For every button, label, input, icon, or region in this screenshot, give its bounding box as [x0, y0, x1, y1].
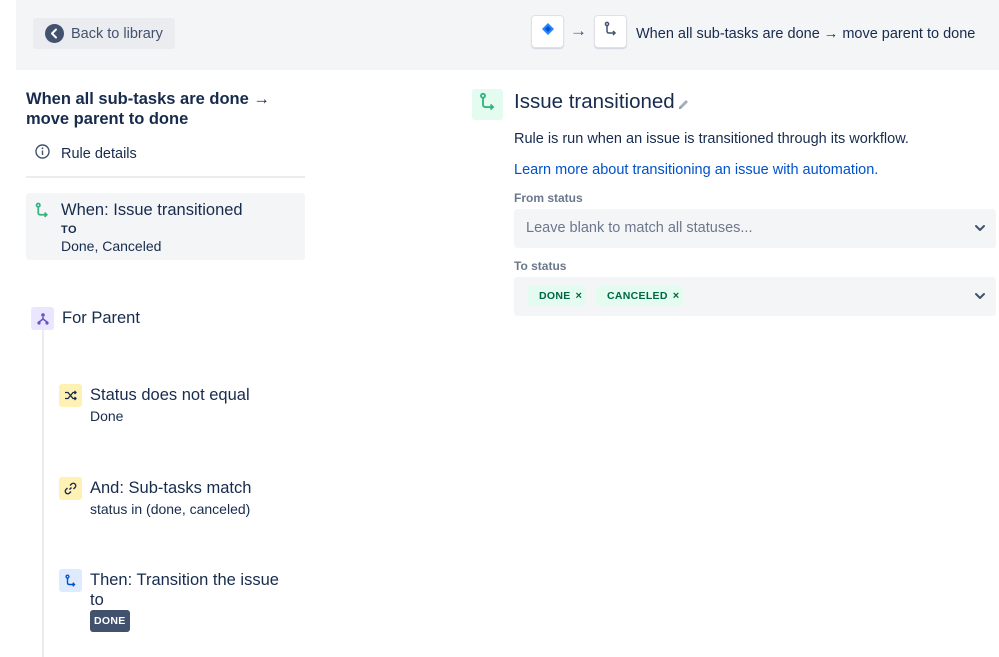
action-step-transition[interactable]: Then: Transition the issue to DONE	[59, 569, 279, 632]
trigger-to-label: TO	[61, 224, 78, 236]
back-to-library-label: Back to library	[71, 25, 163, 42]
component-title: Issue transitioned	[514, 90, 675, 113]
rule-title: When all sub-tasks are done → move paren…	[26, 90, 270, 128]
transition-icon	[59, 569, 82, 592]
arrow-left-icon	[45, 24, 64, 43]
to-status-label: To status	[514, 259, 567, 273]
transition-icon	[603, 21, 619, 42]
step-title: Status does not equal	[90, 386, 250, 404]
learn-more-link[interactable]: Learn more about transitioning an issue …	[514, 162, 878, 178]
from-status-select[interactable]: Leave blank to match all statuses...	[514, 209, 996, 248]
chevron-down-icon	[973, 289, 987, 308]
step-title-line2: to	[90, 591, 104, 609]
transition-icon	[34, 202, 51, 224]
step-detail: status in (done, canceled)	[90, 501, 251, 517]
info-icon	[34, 143, 51, 164]
breadcrumb-jira-button[interactable]	[531, 15, 564, 48]
step-detail: Done	[90, 408, 124, 424]
divider	[26, 176, 305, 178]
trigger-title: When: Issue transitioned	[61, 201, 243, 219]
condition-step-status[interactable]: Status does not equal Done	[59, 384, 279, 430]
status-tag-done: DONE ×	[528, 286, 587, 306]
back-to-library-button[interactable]: Back to library	[33, 18, 175, 49]
rule-details-label: Rule details	[61, 145, 137, 162]
to-status-select[interactable]: DONE × CANCELED ×	[514, 277, 996, 316]
from-status-placeholder: Leave blank to match all statuses...	[526, 220, 753, 236]
branch-connector-line	[42, 330, 44, 657]
status-tag-canceled: CANCELED ×	[596, 286, 684, 306]
from-status-label: From status	[514, 191, 583, 205]
breadcrumb-transition-button[interactable]	[594, 15, 627, 48]
branch-icon	[31, 307, 54, 330]
step-title: Then: Transition the issue	[90, 571, 279, 589]
condition-step-subtasks[interactable]: And: Sub-tasks match status in (done, ca…	[59, 477, 279, 523]
status-tag-label: CANCELED	[607, 290, 668, 302]
step-title: And: Sub-tasks match	[90, 479, 252, 497]
top-bar: Back to library → When all sub-tasks are…	[16, 0, 999, 70]
breadcrumb-rule-title: When all sub-tasks are done → move paren…	[636, 26, 976, 42]
trigger-statuses: Done, Canceled	[61, 238, 162, 254]
jira-diamond-icon	[541, 22, 555, 41]
pencil-icon[interactable]	[676, 97, 691, 117]
component-description: Rule is run when an issue is transitione…	[514, 131, 909, 147]
rule-details-link[interactable]: Rule details	[34, 143, 137, 164]
link-icon	[59, 477, 82, 500]
trigger-card[interactable]: When: Issue transitioned TO Done, Cancel…	[26, 193, 305, 260]
issue-transitioned-icon	[472, 89, 503, 120]
breadcrumb-arrow: →	[570, 21, 587, 40]
chevron-down-icon	[973, 221, 987, 240]
status-badge: DONE	[90, 610, 130, 632]
status-tag-label: DONE	[539, 290, 571, 302]
branch-label: For Parent	[62, 309, 140, 327]
remove-tag-icon[interactable]: ×	[576, 290, 583, 302]
remove-tag-icon[interactable]: ×	[673, 290, 680, 302]
transition-icon	[478, 92, 498, 117]
branch-for-parent[interactable]: For Parent	[31, 307, 140, 330]
condition-icon	[59, 384, 82, 407]
